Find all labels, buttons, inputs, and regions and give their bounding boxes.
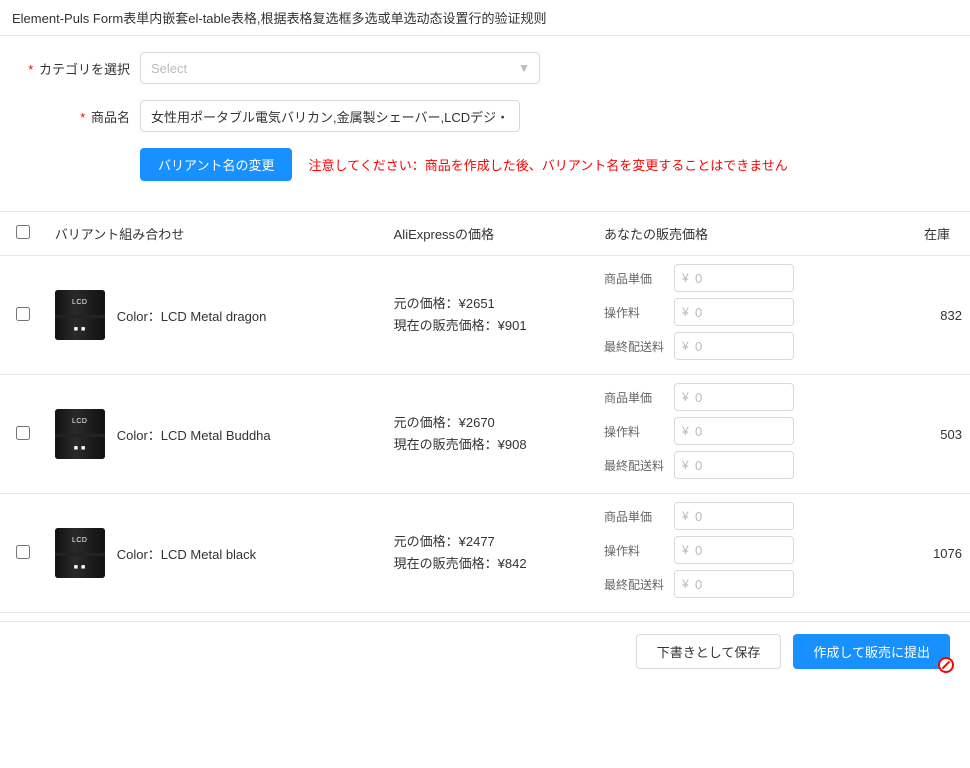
yen-icon: ¥ (682, 577, 689, 591)
header-sell-price: あなたの販売価格 (596, 212, 876, 256)
row-variant-cell: LCD ■ ■ Color：LCD Metal Buddha (47, 375, 386, 494)
row-check-cell (0, 375, 47, 494)
header-variant: バリアント組み合わせ (47, 212, 386, 256)
product-image-2: LCD ■ ■ (55, 409, 105, 459)
shipping-fee-input-2[interactable] (674, 451, 794, 479)
handling-fee-input-2[interactable] (674, 417, 794, 445)
product-image-3: LCD ■ ■ (55, 528, 105, 578)
handling-fee-label: 操作料 (604, 542, 674, 559)
header-ali-price: AliExpressの価格 (386, 212, 596, 256)
variant-row: バリアント名の変更 注意してください：商品を作成した後、バリアント名を変更するこ… (20, 148, 950, 181)
category-label: * カテゴリを選択 (20, 59, 140, 78)
yen-icon: ¥ (682, 424, 689, 438)
handling-fee-input-1[interactable] (674, 298, 794, 326)
shipping-fee-label: 最終配送料 (604, 457, 674, 474)
row-variant-cell: LCD ■ ■ Color：LCD Metal dragon (47, 256, 386, 375)
category-row: * カテゴリを選択 Select ▼ (20, 52, 950, 84)
footer-bar: 下書きとして保存 作成して販売に提出 (0, 621, 970, 681)
shipping-fee-input-3[interactable] (674, 570, 794, 598)
unit-price-label: 商品単価 (604, 270, 674, 287)
variant-name-3: Color：LCD Metal black (117, 544, 256, 563)
yen-icon: ¥ (682, 339, 689, 353)
yen-icon: ¥ (682, 271, 689, 285)
price-fields-cell-2: 商品単価 ¥ 操作料 ¥ 最終配送料 ¥ (596, 375, 876, 494)
category-select[interactable]: Select (140, 52, 540, 84)
row-variant-cell: LCD ■ ■ Color：LCD Metal black (47, 494, 386, 613)
table-row: LCD ■ ■ Color：LCD Metal dragon 元の価格：¥265… (0, 256, 970, 375)
product-name-input[interactable] (140, 100, 520, 132)
warning-highlight: 商品を作成した後、バリアント名を変更することはできません (425, 158, 788, 173)
variants-table-container: バリアント組み合わせ AliExpressの価格 あなたの販売価格 在庫 (0, 211, 970, 613)
row-checkbox-2[interactable] (16, 426, 30, 440)
category-select-wrapper: Select ▼ (140, 52, 540, 84)
warning-text: 注意してください：商品を作成した後、バリアント名を変更することはできません (308, 155, 787, 174)
price-fields-cell-3: 商品単価 ¥ 操作料 ¥ 最終配送料 ¥ (596, 494, 876, 613)
ali-price-cell-2: 元の価格：¥2670 現在の販売価格：¥908 (386, 375, 596, 494)
product-name-label: * 商品名 (20, 107, 140, 126)
price-fields-cell-1: 商品単価 ¥ 操作料 ¥ 最終配送料 ¥ (596, 256, 876, 375)
page-title-text: Element-Puls Form表単内嵌套el-table表格,根据表格复选框… (12, 11, 547, 26)
ali-price-cell-1: 元の価格：¥2651 現在の販売価格：¥901 (386, 256, 596, 375)
no-circle-icon (938, 657, 954, 673)
table-row: LCD ■ ■ Color：LCD Metal Buddha 元の価格：¥267… (0, 375, 970, 494)
variants-table: バリアント組み合わせ AliExpressの価格 あなたの販売価格 在庫 (0, 212, 970, 613)
header-stock: 在庫 (876, 212, 970, 256)
handling-fee-label: 操作料 (604, 423, 674, 440)
variant-name-1: Color：LCD Metal dragon (117, 306, 267, 325)
unit-price-label: 商品単価 (604, 508, 674, 525)
change-variant-button[interactable]: バリアント名の変更 (140, 148, 292, 181)
row-checkbox-3[interactable] (16, 545, 30, 559)
shipping-fee-label: 最終配送料 (604, 338, 674, 355)
table-row: LCD ■ ■ Color：LCD Metal black 元の価格：¥2477… (0, 494, 970, 613)
variant-name-2: Color：LCD Metal Buddha (117, 425, 271, 444)
stock-cell-1: 832 (876, 256, 970, 375)
required-star-name: * (80, 110, 85, 125)
shipping-fee-label: 最終配送料 (604, 576, 674, 593)
yen-icon: ¥ (682, 305, 689, 319)
unit-price-label: 商品単価 (604, 389, 674, 406)
yen-icon: ¥ (682, 543, 689, 557)
draft-button[interactable]: 下書きとして保存 (636, 634, 782, 669)
row-checkbox-1[interactable] (16, 307, 30, 321)
table-header-row: バリアント組み合わせ AliExpressの価格 あなたの販売価格 在庫 (0, 212, 970, 256)
header-check (0, 212, 47, 256)
submit-button[interactable]: 作成して販売に提出 (793, 634, 950, 669)
yen-icon: ¥ (682, 390, 689, 404)
handling-fee-label: 操作料 (604, 304, 674, 321)
product-name-row: * 商品名 (20, 100, 950, 132)
stock-cell-3: 1076 (876, 494, 970, 613)
unit-price-input-2[interactable] (674, 383, 794, 411)
select-all-checkbox[interactable] (16, 225, 30, 239)
yen-icon: ¥ (682, 509, 689, 523)
stock-cell-2: 503 (876, 375, 970, 494)
shipping-fee-input-1[interactable] (674, 332, 794, 360)
yen-icon: ¥ (682, 458, 689, 472)
unit-price-input-1[interactable] (674, 264, 794, 292)
row-check-cell (0, 256, 47, 375)
form-area: * カテゴリを選択 Select ▼ * 商品名 バリアント名の変更 注意してく… (0, 36, 970, 203)
row-check-cell (0, 494, 47, 613)
unit-price-input-3[interactable] (674, 502, 794, 530)
table-body: LCD ■ ■ Color：LCD Metal dragon 元の価格：¥265… (0, 256, 970, 613)
product-image-1: LCD ■ ■ (55, 290, 105, 340)
required-star-category: * (28, 62, 33, 77)
ali-price-cell-3: 元の価格：¥2477 現在の販売価格：¥842 (386, 494, 596, 613)
page-title: Element-Puls Form表単内嵌套el-table表格,根据表格复选框… (0, 0, 970, 36)
handling-fee-input-3[interactable] (674, 536, 794, 564)
